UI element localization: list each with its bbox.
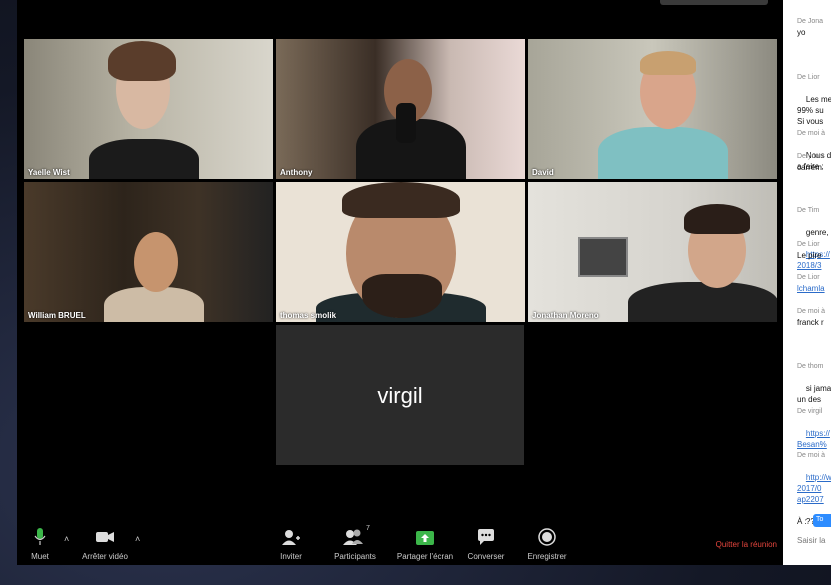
chat-sender: De Lior — [797, 241, 820, 248]
share-screen-icon — [416, 531, 434, 545]
chat-message: De Lior lchamla — [797, 272, 831, 294]
zoom-meeting-window: Yaelle Wist Anthony David William BRUEL … — [17, 0, 783, 565]
chat-text: yo — [797, 28, 806, 37]
chat-link[interactable]: lchamla — [797, 284, 825, 293]
microphone-icon — [34, 528, 46, 545]
video-tile-yaelle[interactable]: Yaelle Wist — [24, 39, 273, 179]
video-tile-virgil[interactable]: virgil — [276, 325, 524, 465]
chat-text: franck r — [797, 318, 824, 327]
chat-panel: De Jona yo De Lior Les mec 99% su Si vou… — [783, 0, 831, 565]
share-screen-label: Partager l'écran — [396, 552, 454, 561]
mute-label: Muet — [31, 552, 49, 561]
record-label: Enregistrer — [527, 552, 567, 561]
chat-message: De moi à franck r — [797, 306, 831, 328]
participant-name: virgil — [377, 383, 423, 408]
participant-name: thomas smolik — [280, 311, 337, 320]
meeting-toolbar: Muet ˄ Arrêter vidéo ˄ Inviter Participa… — [17, 522, 783, 565]
add-user-icon — [282, 530, 300, 545]
participants-label: Participants — [334, 552, 376, 561]
video-camera-icon — [96, 532, 114, 542]
participant-name: William BRUEL — [28, 311, 86, 320]
chat-sender: De Tim — [797, 207, 820, 214]
video-tile-david[interactable]: David — [528, 39, 777, 179]
participant-name: Yaelle Wist — [28, 168, 70, 177]
video-tile-william[interactable]: William BRUEL — [24, 182, 273, 322]
record-icon — [538, 528, 556, 546]
chat-bubble-icon — [478, 529, 494, 545]
chat-sender: De moi à — [797, 452, 826, 459]
chat-sender: De Lior — [797, 274, 820, 281]
video-tile-jonathan[interactable]: Jonathan Moreno — [528, 182, 777, 322]
stop-video-label: Arrêter vidéo — [82, 552, 128, 561]
chat-message: De Lior Le pire — [797, 239, 831, 261]
chat-sender: De moi à — [797, 308, 826, 315]
participants-count: 7 — [366, 525, 370, 532]
leave-meeting-button[interactable]: Quitter la réunion — [716, 540, 777, 549]
chat-input[interactable]: Saisir la — [797, 536, 825, 545]
chat-message: De yoan carrém — [797, 151, 831, 173]
chat-sender: De Jona — [797, 18, 824, 25]
chat-sender: De Lior — [797, 74, 820, 81]
participant-name: Jonathan Moreno — [532, 311, 599, 320]
chat-recipient-dropdown[interactable]: To — [813, 514, 831, 527]
invite-button[interactable]: Inviter — [275, 526, 307, 561]
participant-name: Anthony — [280, 168, 313, 177]
chat-label: Converser — [467, 552, 505, 561]
chat-sender: De yoan — [797, 153, 824, 160]
chat-button[interactable]: Converser — [465, 526, 507, 561]
record-button[interactable]: Enregistrer — [525, 526, 569, 561]
mute-button[interactable]: Muet — [27, 526, 53, 561]
chat-message: De Jona yo — [797, 16, 831, 38]
video-tile-thomas[interactable]: thomas smolik — [276, 182, 525, 322]
chat-sender: De thom — [797, 363, 824, 370]
view-toggle-button[interactable] — [660, 0, 768, 5]
participants-button[interactable]: Participants — [330, 526, 380, 561]
chat-sender: De virgil — [797, 408, 823, 415]
chat-text: Le pire — [797, 251, 822, 260]
chat-link[interactable]: http://w 2017/0 ap2207 — [797, 473, 831, 504]
chevron-up-icon[interactable]: ˄ — [64, 534, 69, 544]
chat-message: De Tim genre, b https:// 2018/3 — [797, 183, 831, 282]
share-screen-button[interactable]: Partager l'écran — [393, 526, 457, 561]
chat-sender: De moi à — [797, 130, 826, 137]
invite-label: Inviter — [280, 552, 302, 561]
chat-text: genre, b — [805, 228, 831, 237]
stop-video-button[interactable]: Arrêter vidéo — [79, 526, 131, 561]
participants-icon — [343, 529, 363, 545]
chat-text: carrém — [797, 163, 822, 172]
video-tile-anthony[interactable]: Anthony — [276, 39, 525, 179]
chevron-up-icon[interactable]: ˄ — [135, 534, 140, 544]
chat-recipient-label: À : — [797, 517, 807, 526]
participant-name: David — [532, 168, 554, 177]
